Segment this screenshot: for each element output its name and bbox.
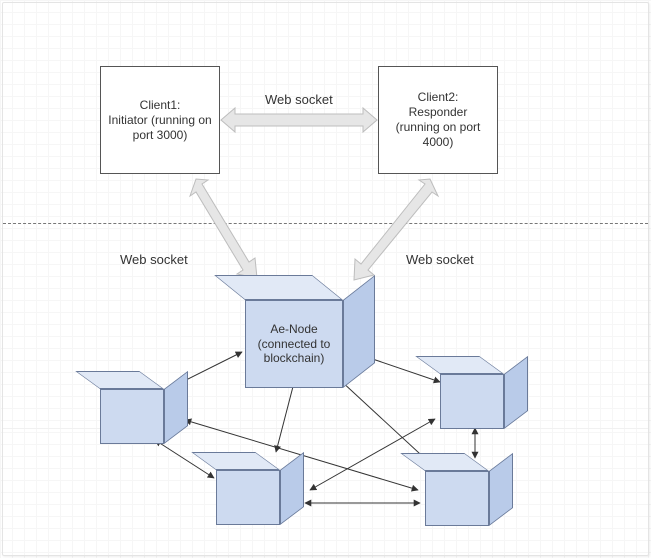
client2-desc: Responder (running on port 4000) <box>385 105 491 150</box>
peer-node-3[interactable] <box>440 356 530 431</box>
peer-node-1[interactable] <box>100 371 190 446</box>
client1-box[interactable]: Client1: Initiator (running on port 3000… <box>100 66 220 174</box>
label-ws-top: Web socket <box>265 92 333 107</box>
client1-desc: Initiator (running on port 3000) <box>107 113 213 143</box>
ae-node-title: Ae-Node <box>270 322 317 336</box>
peer-node-4[interactable] <box>425 453 515 528</box>
ae-node-desc: (connected to blockchain) <box>249 337 339 366</box>
client1-title: Client1: <box>140 98 181 113</box>
client2-title: Client2: <box>418 90 459 105</box>
label-ws-right: Web socket <box>406 252 474 267</box>
peer-node-2[interactable] <box>216 452 306 527</box>
label-ws-left: Web socket <box>120 252 188 267</box>
section-divider <box>3 223 648 224</box>
ae-node-cube[interactable]: Ae-Node (connected to blockchain) <box>245 275 375 390</box>
client2-box[interactable]: Client2: Responder (running on port 4000… <box>378 66 498 174</box>
